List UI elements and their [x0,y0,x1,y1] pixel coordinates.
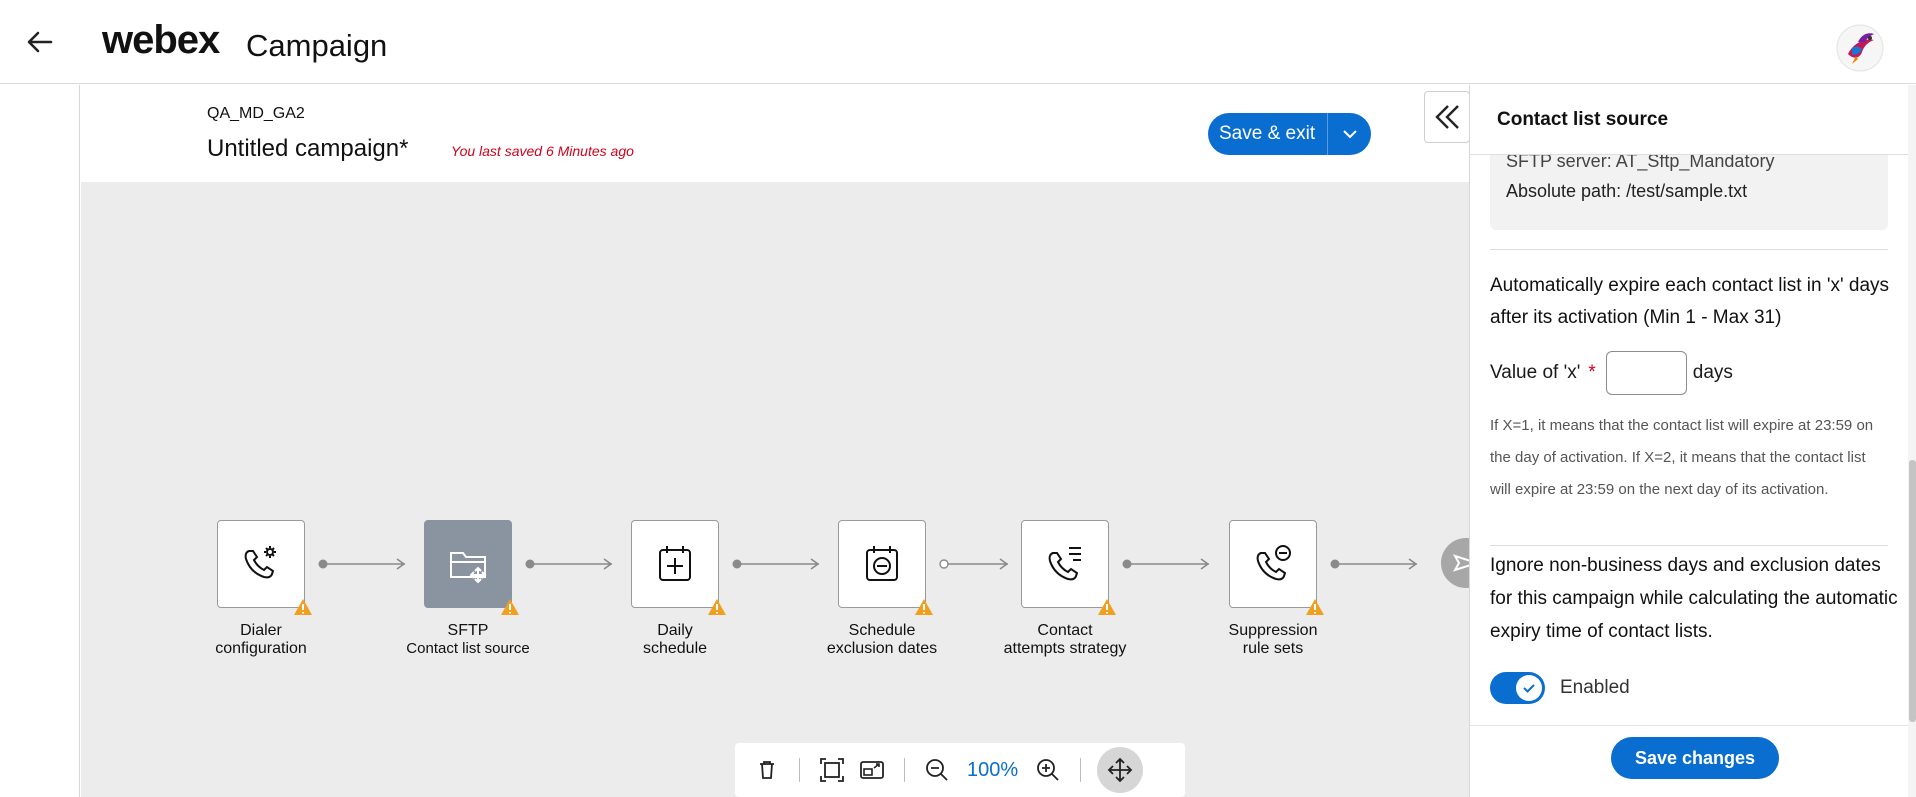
left-gutter [0,85,80,797]
minimap-icon[interactable] [852,750,892,790]
zoom-in-icon[interactable] [1028,750,1068,790]
save-exit-button[interactable]: Save & exit [1208,113,1328,155]
pan-tool-button[interactable] [1097,747,1144,793]
avatar[interactable] [1836,24,1884,72]
brand-logo: webex [102,18,220,62]
collapse-panel-button[interactable] [1424,91,1470,143]
workflow-node-sftp[interactable] [424,520,519,615]
warning-icon [915,599,933,615]
save-options-dropdown[interactable] [1327,113,1372,155]
node-label-sftp: SFTP Contact list source [406,622,530,657]
section-divider [1490,249,1888,250]
save-exit-split-button: Save & exit [1208,113,1372,155]
warning-icon [708,599,726,615]
node-label-suppression: Suppression rule sets [1228,622,1318,657]
enabled-toggle[interactable] [1490,672,1545,704]
warning-icon [1306,599,1324,615]
node-label-daily-schedule: Daily schedule [642,622,708,657]
folder-move-icon [450,552,487,584]
expire-help-text: If X=1, it means that the contact list w… [1490,417,1874,498]
node-label-exclusion-dates: Schedule exclusion dates [826,622,938,657]
workflow-node-dialer[interactable] [217,520,312,615]
workflow-canvas[interactable]: Dialer configuration SFTP Contact list sou… [81,182,1491,797]
campaign-header: QA_MD_GA2 Untitled campaign* You last sa… [81,85,1469,182]
warning-icon [501,599,519,615]
sftp-server-text: SFTP server: AT_Sftp_Mandatory [1506,155,1775,171]
warning-icon [294,599,312,615]
connector-arrow [1330,558,1418,570]
product-name: Campaign [246,28,388,63]
connector-arrow [939,558,1009,570]
calendar-minus-icon [866,546,898,581]
expire-value-row: Value of 'x' * days [1490,351,1733,395]
move-icon [1107,757,1133,783]
properties-panel: Contact list source SFTP server: AT_Sftp… [1469,85,1916,797]
connector-arrow [1122,558,1210,570]
connector-arrow [732,558,820,570]
back-arrow-icon[interactable] [22,24,58,60]
zoom-level: 100% [967,758,1019,781]
workflow-node-suppression[interactable] [1229,520,1324,615]
campaign-org: QA_MD_GA2 [207,105,305,122]
toggle-label: Enabled [1560,677,1630,698]
toolbar-divider [904,758,905,782]
workflow-node-exclusion-dates[interactable] [838,520,933,615]
panel-scrollbar-thumb[interactable] [1909,460,1916,722]
sftp-info-box: SFTP server: AT_Sftp_Mandatory Absolute … [1490,155,1888,230]
double-chevron-left-icon [1435,105,1459,129]
fit-to-screen-icon[interactable] [812,750,852,790]
workflow-node-contact-attempts[interactable] [1021,520,1116,615]
required-marker: * [1588,362,1596,383]
phone-gear-icon [244,546,276,579]
expire-days-input[interactable] [1605,351,1687,395]
panel-header-divider [1470,154,1910,155]
ignore-nonbusiness-description: Ignore non-business days and exclusion d… [1490,555,1898,642]
zoom-out-icon[interactable] [917,750,957,790]
trash-icon[interactable] [747,750,787,790]
chevron-down-icon [1342,130,1357,139]
campaign-title: Untitled campaign* [207,135,409,162]
node-label-contact-attempts: Contact attempts strategy [1003,622,1127,657]
connector-arrow [525,558,613,570]
phone-list-icon [1048,547,1081,581]
top-bar: webex Campaign [0,0,1916,84]
workflow-node-daily-schedule[interactable] [631,520,726,615]
panel-footer-divider [1470,725,1910,726]
checkmark-icon [1523,684,1535,693]
warning-icon [1098,599,1116,615]
calendar-add-icon [659,546,691,581]
section-divider [1490,545,1888,546]
connector-arrow [318,558,406,570]
panel-title: Contact list source [1497,109,1669,130]
canvas-toolbar: 100% [735,743,1185,797]
toolbar-divider [799,758,800,782]
absolute-path-text: Absolute path: /test/sample.txt [1506,181,1748,201]
phone-block-icon [1256,545,1291,581]
save-changes-button[interactable]: Save changes [1611,737,1779,779]
toggle-knob [1516,675,1542,701]
toolbar-divider [1080,758,1082,782]
days-unit-label: days [1692,362,1733,383]
enabled-toggle-row: Enabled [1490,672,1630,704]
auto-expire-description: Automatically expire each contact list i… [1490,275,1890,328]
x-value-label: Value of 'x' [1490,362,1581,383]
saved-status: You last saved 6 Minutes ago [451,143,634,159]
node-label-dialer: Dialer configuration [215,622,307,657]
